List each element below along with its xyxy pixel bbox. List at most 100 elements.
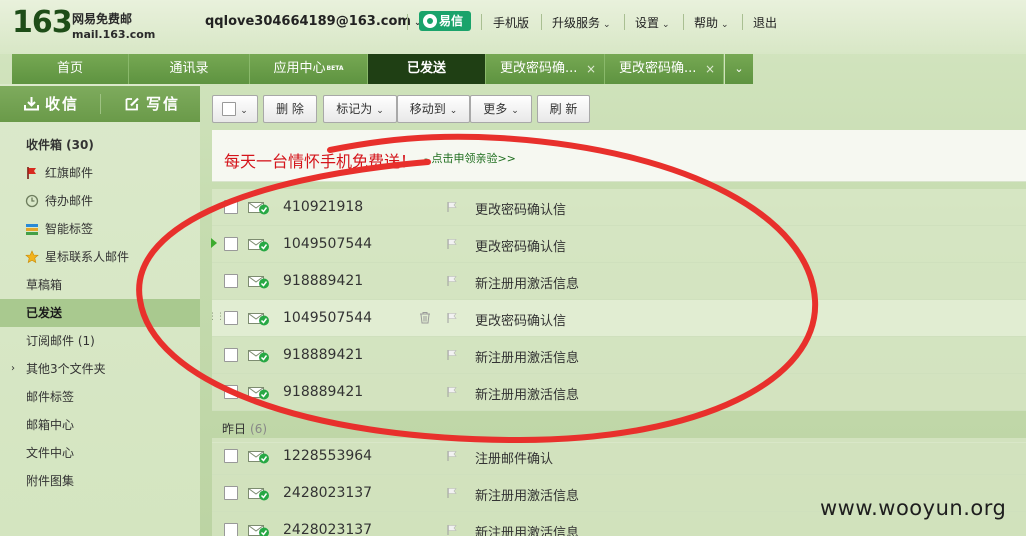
sidebar-item-label: 邮箱中心 <box>26 418 75 432</box>
tab-label: 已发送 <box>406 61 446 76</box>
row-checkbox[interactable] <box>224 486 238 500</box>
flag-icon[interactable] <box>446 386 458 398</box>
close-icon[interactable]: × <box>705 54 715 84</box>
divider <box>407 14 408 30</box>
mobile-link[interactable]: 手机版 <box>493 14 529 31</box>
sidebar-item-label: 订阅邮件 (1) <box>26 334 95 348</box>
sidebar-item-mailbox-center[interactable]: 邮箱中心 <box>0 411 200 439</box>
row-checkbox[interactable] <box>224 385 238 399</box>
delete-button[interactable]: 删 除 <box>263 95 317 123</box>
beta-badge: BETA <box>326 65 344 72</box>
mail-sent-icon <box>248 313 269 326</box>
mail-row[interactable]: 1228553964 注册邮件确认 <box>212 438 1026 475</box>
flag-icon[interactable] <box>446 524 458 536</box>
tab-home[interactable]: 首页 <box>12 54 129 84</box>
divider <box>683 14 684 30</box>
compose-label: 写信 <box>146 95 181 113</box>
promo-link[interactable]: - 点击申领亲验>> <box>424 150 516 166</box>
receive-button[interactable]: 收信 <box>24 86 79 122</box>
flag-icon[interactable] <box>446 349 458 361</box>
sidebar-item-label: 星标联系人邮件 <box>45 250 130 264</box>
sidebar-item-attachment-gallery[interactable]: 附件图集 <box>0 467 200 495</box>
sidebar-item-starred-contacts[interactable]: 星标联系人邮件 <box>0 243 200 271</box>
tab-bar: 首页 通讯录 应用中心BETA 已发送 更改密码确... × 更改密码确... … <box>12 54 753 84</box>
sidebar-item-drafts[interactable]: 草稿箱 <box>0 271 200 299</box>
mail-row[interactable]: 410921918 更改密码确认信 <box>212 189 1026 226</box>
move-to-dropdown[interactable]: 移动到 ⌄ <box>397 95 470 123</box>
flag-icon[interactable] <box>446 312 458 324</box>
select-all-checkbox[interactable] <box>222 102 237 116</box>
sidebar-item-other-folders[interactable]: › 其他3个文件夹 <box>0 355 200 383</box>
sidebar-item-smart-tags[interactable]: 智能标签 <box>0 215 200 243</box>
trash-icon[interactable] <box>419 311 431 324</box>
flag-icon[interactable] <box>446 238 458 250</box>
row-subject: 新注册用激活信息 <box>475 277 580 292</box>
sidebar-item-mail-tags[interactable]: 邮件标签 <box>0 383 200 411</box>
select-all-dropdown[interactable]: ⌄ <box>212 95 258 123</box>
row-sender: 918889421 <box>283 347 364 363</box>
help-menu[interactable]: 帮助 ⌄ <box>694 14 729 31</box>
yixin-button[interactable]: 易信 <box>419 11 471 31</box>
logout-link[interactable]: 退出 <box>753 14 777 31</box>
row-sender: 918889421 <box>283 273 364 289</box>
sidebar-item-inbox[interactable]: 收件箱 (30) <box>0 131 200 159</box>
row-checkbox[interactable] <box>224 274 238 288</box>
tab-sent[interactable]: 已发送 <box>368 54 486 84</box>
sidebar-item-red-flag[interactable]: 红旗邮件 <box>0 159 200 187</box>
row-subject: 新注册用激活信息 <box>475 489 580 504</box>
row-checkbox[interactable] <box>224 523 238 536</box>
upgrade-service-menu[interactable]: 升级服务 ⌄ <box>552 14 611 31</box>
flag-icon[interactable] <box>446 450 458 462</box>
close-icon[interactable]: × <box>586 54 596 84</box>
drag-handle-icon[interactable]: ⋮⋮ <box>208 312 225 322</box>
flag-icon[interactable] <box>446 275 458 287</box>
date-group-title: 昨日 <box>222 422 247 436</box>
upgrade-label: 升级服务 <box>552 16 601 30</box>
sidebar-item-file-center[interactable]: 文件中心 <box>0 439 200 467</box>
divider <box>541 14 542 30</box>
row-subject: 更改密码确认信 <box>475 203 567 218</box>
tab-change-password-2[interactable]: 更改密码确... × <box>605 54 724 84</box>
more-dropdown[interactable]: 更多 ⌄ <box>470 95 532 123</box>
compose-button[interactable]: 写信 <box>125 86 180 122</box>
row-sender: 1049507544 <box>283 236 373 252</box>
mark-as-dropdown[interactable]: 标记为 ⌄ <box>323 95 397 123</box>
promo-text[interactable]: 每天一台情怀手机免费送！ <box>224 148 416 172</box>
mail-row[interactable]: ⋮⋮ 1049507544 更改密码确认信 <box>208 300 1026 337</box>
mail-sent-icon <box>248 488 269 501</box>
mail-row[interactable]: 918889421 新注册用激活信息 <box>212 337 1026 374</box>
yixin-label: 易信 <box>439 14 464 28</box>
sidebar-item-sent[interactable]: 已发送 <box>0 299 200 327</box>
mark-as-label: 标记为 <box>336 102 373 116</box>
row-checkbox[interactable] <box>224 237 238 251</box>
tab-overflow-button[interactable]: ⌄ <box>725 54 753 84</box>
tab-contacts[interactable]: 通讯录 <box>129 54 250 84</box>
current-row-marker-icon <box>211 238 217 248</box>
tab-app-center[interactable]: 应用中心BETA <box>250 54 368 84</box>
divider <box>100 94 101 114</box>
flag-icon[interactable] <box>446 487 458 499</box>
sidebar-item-label: 其他3个文件夹 <box>26 362 106 376</box>
star-icon <box>25 250 39 264</box>
chevron-right-icon[interactable]: › <box>11 355 15 383</box>
mail-row[interactable]: 918889421 新注册用激活信息 <box>212 374 1026 411</box>
sidebar-item-todo[interactable]: 待办邮件 <box>0 187 200 215</box>
logo-163[interactable]: 163 <box>12 6 73 40</box>
row-checkbox[interactable] <box>224 200 238 214</box>
yixin-icon <box>423 14 437 28</box>
row-checkbox[interactable] <box>224 348 238 362</box>
mail-row[interactable]: 1049507544 更改密码确认信 <box>211 226 1026 263</box>
sidebar-item-label: 待办邮件 <box>45 194 94 208</box>
mail-list: 每天一台情怀手机免费送！ - 点击申领亲验>> 410921918 更改密码确认… <box>208 130 1026 536</box>
flag-icon[interactable] <box>446 201 458 213</box>
tab-change-password-1[interactable]: 更改密码确... × <box>486 54 605 84</box>
user-account-menu[interactable]: qqlove304664189@163.com ⌄ <box>205 14 422 29</box>
sidebar-item-subscriptions[interactable]: 订阅邮件 (1) <box>0 327 200 355</box>
mail-sent-icon <box>248 239 269 252</box>
refresh-button[interactable]: 刷 新 <box>537 95 590 123</box>
more-label: 更多 <box>483 102 508 116</box>
row-checkbox[interactable] <box>224 449 238 463</box>
row-checkbox[interactable] <box>224 311 238 325</box>
mail-row[interactable]: 918889421 新注册用激活信息 <box>212 263 1026 300</box>
settings-menu[interactable]: 设置 ⌄ <box>635 14 670 31</box>
